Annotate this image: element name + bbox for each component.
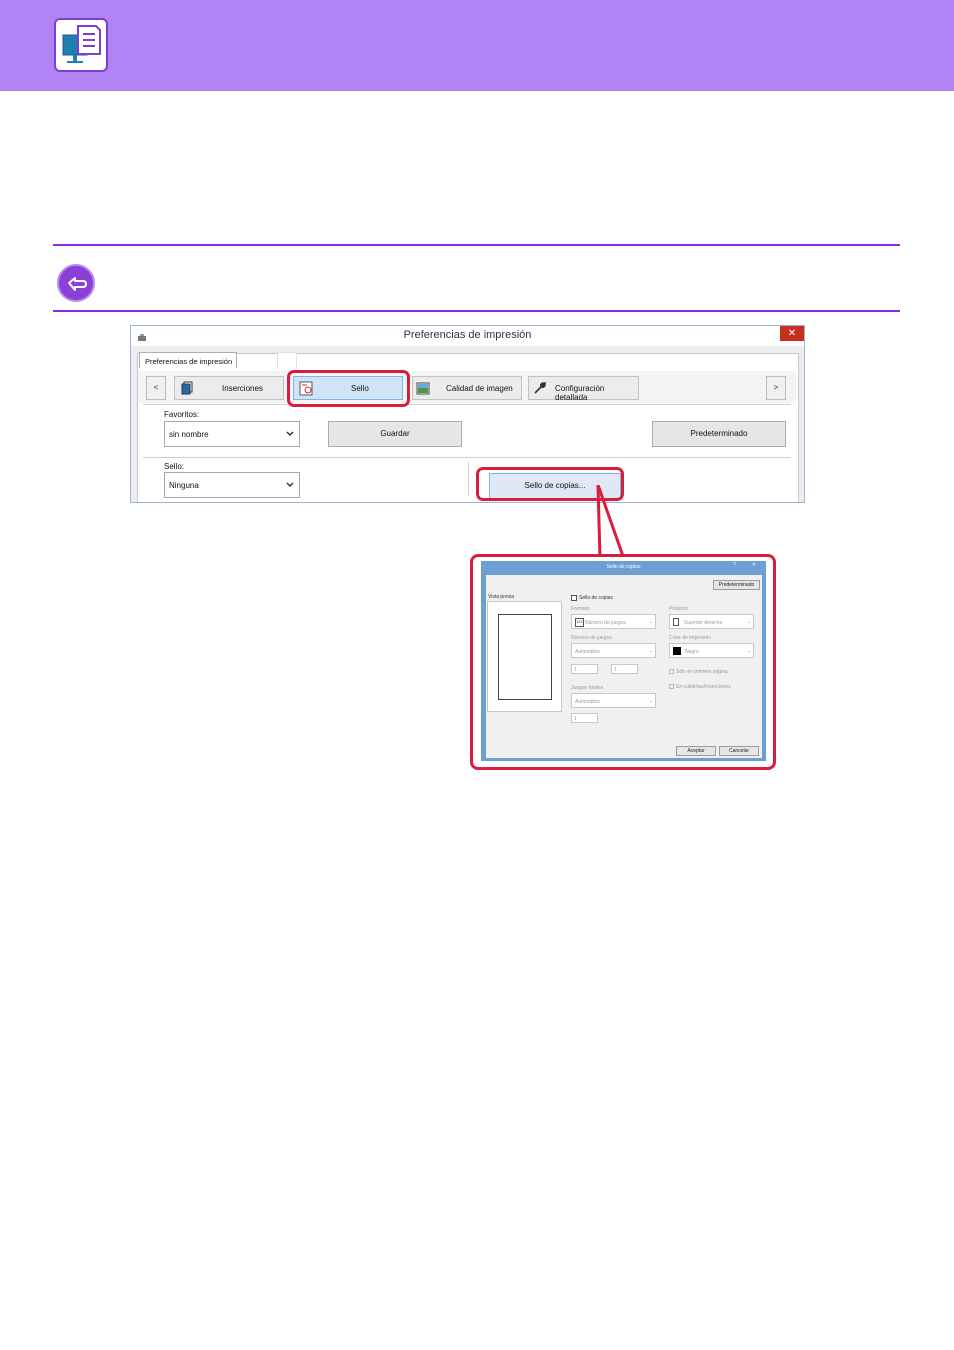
position-value: Superior derecho	[684, 620, 723, 626]
section-rule-top	[53, 244, 900, 246]
preview-label: Vista previa	[488, 594, 515, 600]
divider	[143, 404, 791, 405]
stamp-select[interactable]: Ninguna	[164, 472, 300, 498]
section-rule-bottom	[53, 310, 900, 312]
tab-blank	[277, 352, 297, 369]
chevron-down-icon: ⌄	[648, 619, 653, 625]
toolbar-label: Configuración detallada	[555, 384, 605, 402]
inserted-covers-checkbox[interactable]	[669, 684, 674, 689]
toolbar-inserciones-button[interactable]: Inserciones	[174, 376, 284, 400]
copy-stamp-checkbox-label: Sello de copias	[579, 595, 613, 601]
format-label: Formato	[571, 606, 590, 612]
nav-next-button[interactable]: >	[766, 376, 786, 400]
toolbar-detailed-config-button[interactable]: Configuración detallada	[528, 376, 639, 402]
sello-highlight	[287, 370, 410, 407]
chevron-down-icon: ⌄	[746, 619, 751, 625]
field-a-input[interactable]: 1	[571, 664, 598, 674]
chevron-down-icon: ⌄	[648, 698, 653, 704]
monitor-document-icon	[54, 18, 108, 72]
inserted-covers-label: En cubiertas/Inserciones	[676, 684, 731, 690]
chevron-down-icon	[285, 480, 295, 490]
image-quality-icon	[416, 381, 431, 396]
chevron-down-icon: ⌄	[746, 648, 751, 654]
print-color-select[interactable]: Negro ⌄	[669, 643, 754, 658]
preview-page	[498, 614, 552, 700]
format-value: Número de juegos	[585, 620, 626, 626]
ok-button[interactable]: Aceptar	[676, 746, 716, 756]
format-select[interactable]: 123 Número de juegos ⌄	[571, 614, 656, 629]
field-c-value: 1	[574, 716, 577, 722]
toolbar-label: Inserciones	[222, 384, 263, 393]
field-b-value: 1	[614, 667, 617, 673]
black-swatch-icon	[673, 647, 681, 655]
save-button[interactable]: Guardar	[328, 421, 462, 447]
total-sets-select[interactable]: Automático ⌄	[571, 693, 656, 708]
print-color-label: Color de impresión	[669, 635, 711, 641]
page-position-icon	[673, 618, 679, 626]
total-sets-label: Juegos totales	[571, 685, 604, 691]
wrench-icon	[532, 381, 547, 396]
set-number-select[interactable]: Automático ⌄	[571, 643, 656, 658]
help-button[interactable]: ?	[733, 562, 736, 568]
toolbar-label: Calidad de imagen	[446, 384, 513, 393]
stamp-value: Ninguna	[169, 481, 199, 490]
divider	[143, 457, 791, 458]
print-preferences-dialog: Preferencias de impresión ✕ Preferencias…	[130, 325, 805, 503]
favorites-select[interactable]: sin nombre	[164, 421, 300, 447]
close-button[interactable]: ✕	[780, 326, 804, 341]
print-color-value: Negro	[685, 649, 699, 655]
chevron-down-icon: ⌄	[648, 648, 653, 654]
favorites-value: sin nombre	[169, 430, 209, 439]
first-page-only-checkbox[interactable]	[669, 669, 674, 674]
inset-close-button[interactable]: ✕	[745, 562, 763, 568]
vertical-divider	[468, 462, 469, 496]
stamp-label: Sello:	[164, 462, 185, 471]
chevron-down-icon	[285, 429, 295, 439]
set-number-value: Automático	[575, 649, 601, 655]
format-123-icon: 123	[575, 618, 584, 627]
inset-default-button[interactable]: Predeterminado	[713, 580, 760, 590]
tab-print-preferences[interactable]: Preferencias de impresión	[139, 352, 237, 368]
copy-stamp-checkbox[interactable]	[571, 595, 577, 601]
default-button[interactable]: Predeterminado	[652, 421, 786, 447]
set-number-label: Número de juegos	[571, 635, 612, 641]
nav-prev-button[interactable]: <	[146, 376, 166, 400]
inset-title: Sello de copias	[606, 564, 641, 570]
cancel-button[interactable]: Cancelar	[719, 746, 759, 756]
favorites-label: Favoritos:	[164, 410, 200, 419]
page-header	[0, 0, 954, 91]
field-b-input[interactable]: 1	[611, 664, 638, 674]
toolbar-image-quality-button[interactable]: Calidad de imagen	[412, 376, 522, 400]
field-a-value: 1	[574, 667, 577, 673]
total-sets-value: Automático	[575, 699, 601, 705]
callout-connector	[596, 485, 626, 560]
field-c-input[interactable]: 1	[571, 713, 598, 723]
dialog-title: Preferencias de impresión	[403, 329, 532, 341]
position-select[interactable]: Superior derecho ⌄	[669, 614, 754, 629]
first-page-only-label: Sólo en primera página	[676, 669, 728, 675]
position-label: Posición	[669, 606, 688, 612]
return-arrow-icon	[57, 264, 95, 302]
copies-stack-icon	[180, 381, 195, 396]
